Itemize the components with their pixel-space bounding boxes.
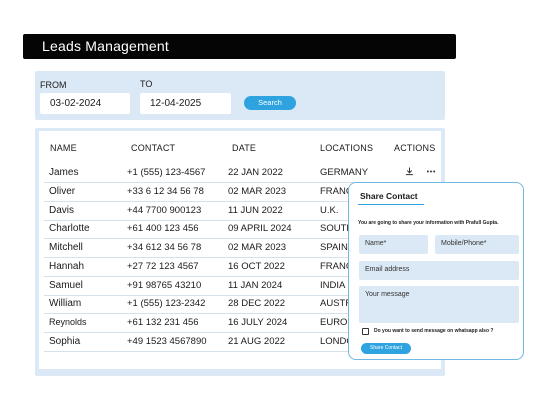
dialog-description: You are going to share your information … (358, 220, 499, 226)
lead-name: Hannah (49, 261, 85, 272)
lead-name: Davis (49, 205, 75, 216)
page-header: Leads Management (23, 34, 456, 59)
lead-location: SPAIN (320, 242, 348, 253)
lead-date: 02 MAR 2023 (228, 242, 287, 253)
lead-date: 28 DEC 2022 (228, 298, 286, 309)
email-field[interactable]: Email address (359, 261, 519, 280)
message-field[interactable]: Your message (359, 286, 519, 323)
lead-contact: +1 (555) 123-4567 (127, 167, 206, 178)
lead-name: Sophia (49, 336, 81, 347)
more-icon[interactable] (426, 167, 436, 179)
dialog-title-underline (358, 204, 424, 205)
lead-name: Reynolds (49, 317, 87, 327)
lead-name: James (49, 167, 79, 178)
column-header-date[interactable]: DATE (232, 143, 256, 153)
lead-name: Charlotte (49, 223, 90, 234)
whatsapp-checkbox[interactable] (362, 328, 369, 335)
lead-location: U.K. (320, 205, 339, 216)
lead-name: Samuel (49, 280, 83, 291)
column-header-actions: ACTIONS (394, 143, 436, 153)
column-header-contact[interactable]: CONTACT (131, 143, 175, 153)
date-filter-panel: FROM 03-02-2024 TO 12-04-2025 Search (35, 71, 445, 120)
lead-contact: +91 98765 43210 (127, 280, 202, 291)
dialog-title: Share Contact (360, 191, 418, 201)
to-date-input[interactable]: 12-04-2025 (140, 93, 231, 114)
lead-date: 09 APRIL 2024 (228, 223, 292, 234)
page-title: Leads Management (42, 38, 169, 54)
search-button[interactable]: Search (244, 96, 296, 110)
lead-contact: +1 (555) 123-2342 (127, 298, 206, 309)
share-contact-button[interactable]: Share Contact (361, 343, 411, 354)
whatsapp-checkbox-label: Do you want to send message on whatsapp … (374, 328, 494, 334)
name-field[interactable]: Name* (359, 235, 428, 254)
lead-date: 16 OCT 2022 (228, 261, 285, 272)
lead-date: 11 JUN 2022 (228, 205, 283, 216)
column-header-name[interactable]: NAME (50, 143, 77, 153)
lead-contact: +49 1523 4567890 (127, 336, 207, 347)
lead-date: 16 JULY 2024 (228, 317, 288, 328)
lead-contact: +33 6 12 34 56 78 (127, 186, 204, 197)
lead-contact: +61 400 123 456 (127, 223, 199, 234)
to-label: TO (140, 79, 153, 89)
from-label: FROM (40, 80, 67, 90)
lead-date: 02 MAR 2023 (228, 186, 287, 197)
lead-contact: +34 612 34 56 78 (127, 242, 202, 253)
lead-name: Mitchell (49, 242, 83, 253)
lead-date: 21 AUG 2022 (228, 336, 286, 347)
lead-date: 22 JAN 2022 (228, 167, 283, 178)
table-row[interactable]: James +1 (555) 123-4567 22 JAN 2022 GERM… (44, 164, 437, 183)
download-icon[interactable] (405, 167, 414, 179)
lead-location: GERMANY (320, 167, 369, 178)
share-contact-dialog: Share Contact You are going to share you… (348, 182, 524, 360)
column-header-locations[interactable]: LOCATIONS (320, 143, 373, 153)
lead-contact: +27 72 123 4567 (127, 261, 199, 272)
lead-name: William (49, 298, 82, 309)
lead-date: 11 JAN 2024 (228, 280, 283, 291)
from-date-input[interactable]: 03-02-2024 (40, 93, 130, 114)
lead-contact: +44 7700 900123 (127, 205, 202, 216)
lead-location: INDIA (320, 280, 346, 291)
phone-field[interactable]: Mobile/Phone* (435, 235, 519, 254)
lead-name: Oliver (49, 186, 76, 197)
lead-contact: +61 132 231 456 (127, 317, 199, 328)
